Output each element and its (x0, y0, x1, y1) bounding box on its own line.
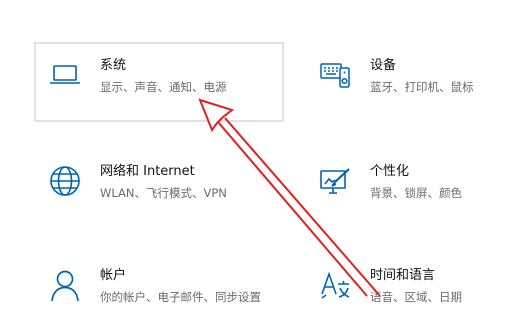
globe-icon (48, 164, 82, 198)
tile-description: 背景、锁屏、颜色 (370, 186, 462, 200)
settings-tile-time-language[interactable]: 时间和语言 语音、区域、日期 (304, 252, 504, 332)
settings-tile-personalization[interactable]: 个性化 背景、锁屏、颜色 (304, 148, 504, 228)
person-icon (48, 268, 82, 302)
settings-tile-network[interactable]: 网络和 Internet WLAN、飞行模式、VPN (34, 148, 284, 228)
tile-description: 蓝牙、打印机、鼠标 (370, 80, 474, 94)
settings-tile-devices[interactable]: 设备 蓝牙、打印机、鼠标 (304, 42, 504, 122)
personalization-icon (318, 164, 352, 198)
tile-title: 时间和语言 (370, 268, 436, 283)
time-language-icon (318, 268, 352, 302)
tile-title: 系统 (100, 58, 127, 73)
settings-tile-accounts[interactable]: 帐户 你的帐户、电子邮件、同步设置 (34, 252, 284, 332)
tile-title: 设备 (370, 58, 397, 73)
tile-title: 帐户 (100, 268, 127, 283)
settings-tile-system[interactable]: 系统 显示、声音、通知、电源 (34, 42, 284, 122)
laptop-icon (48, 58, 82, 92)
devices-icon (318, 58, 352, 92)
tile-title: 网络和 Internet (100, 164, 195, 179)
tile-description: 你的帐户、电子邮件、同步设置 (100, 290, 261, 304)
tile-title: 个性化 (370, 164, 410, 179)
tile-description: WLAN、飞行模式、VPN (100, 186, 227, 200)
tile-description: 语音、区域、日期 (370, 290, 462, 304)
tile-description: 显示、声音、通知、电源 (100, 80, 227, 94)
